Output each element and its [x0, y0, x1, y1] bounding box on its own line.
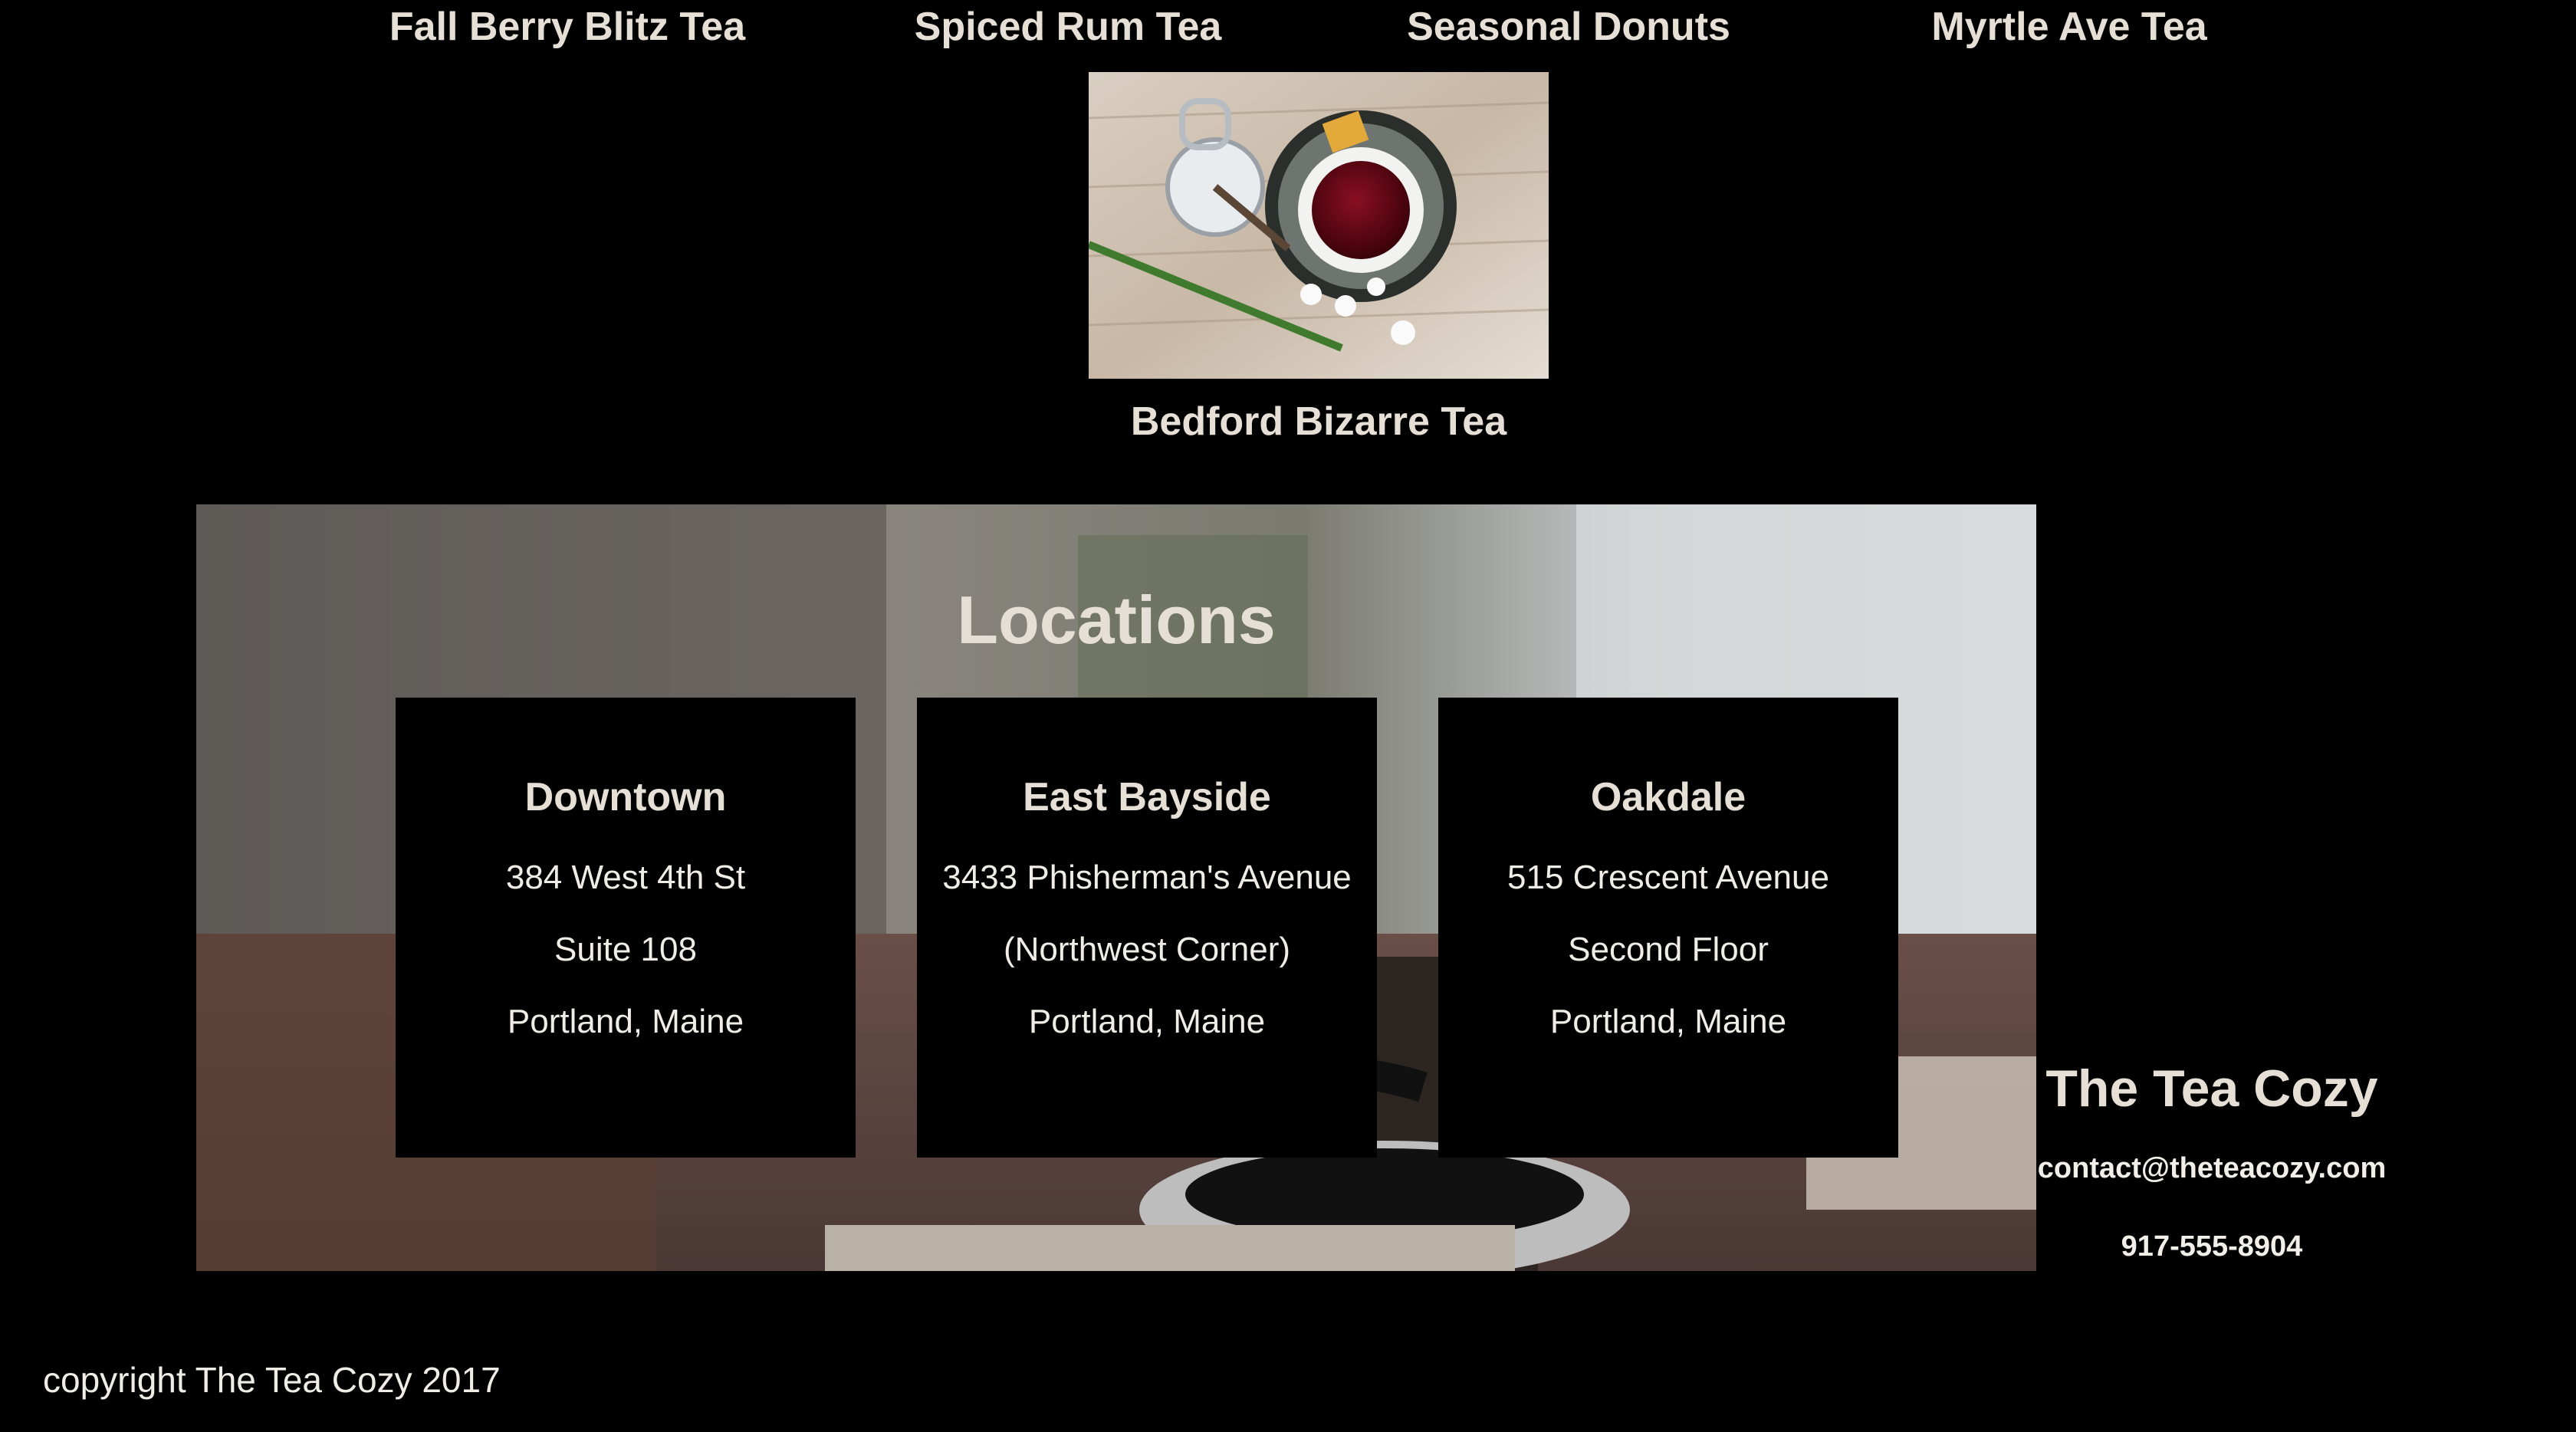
brand-name: The Tea Cozy: [2045, 1059, 2378, 1118]
contact-block: The Tea Cozy contact@theteacozy.com 917-…: [2024, 1058, 2400, 1263]
location-card-east-bayside: East Bayside 3433 Phisherman's Avenue (N…: [917, 698, 1377, 1158]
location-address-line: 3433 Phisherman's Avenue: [942, 859, 1352, 896]
location-name: East Bayside: [1023, 775, 1271, 819]
nav-item-seasonal-donuts[interactable]: Seasonal Donuts: [1339, 0, 1799, 54]
location-address-line: (Northwest Corner): [1003, 931, 1291, 968]
featured-caption[interactable]: Bedford Bizarre Tea: [935, 399, 1702, 445]
nav-item-spiced-rum-tea[interactable]: Spiced Rum Tea: [838, 0, 1298, 54]
locations-heading: Locations: [957, 582, 1276, 658]
nav-item-myrtle-ave-tea[interactable]: Myrtle Ave Tea: [1839, 0, 2299, 54]
contact-email-link[interactable]: contact@theteacozy.com: [2024, 1151, 2400, 1185]
contact-phone: 917-555-8904: [2121, 1230, 2303, 1263]
tea-cup-photo-icon: [1089, 72, 1549, 379]
location-address-line: 515 Crescent Avenue: [1507, 859, 1829, 896]
locations-section: Locations Downtown 384 West 4th St Suite…: [196, 504, 2036, 1271]
featured-tea-image[interactable]: [1089, 72, 1549, 379]
location-name: Downtown: [524, 775, 727, 819]
location-address-line: Portland, Maine: [507, 1003, 744, 1040]
location-address-line: Portland, Maine: [1549, 1003, 1787, 1040]
location-address-line: 384 West 4th St: [505, 859, 746, 896]
location-name: Oakdale: [1590, 775, 1746, 819]
location-card-downtown: Downtown 384 West 4th St Suite 108 Portl…: [396, 698, 856, 1158]
copyright-text: copyright The Tea Cozy 2017: [43, 1360, 501, 1400]
location-address-line: Second Floor: [1568, 931, 1769, 968]
location-address-line: Suite 108: [554, 931, 697, 968]
nav-item-fall-berry-blitz-tea[interactable]: Fall Berry Blitz Tea: [337, 0, 797, 54]
location-card-oakdale: Oakdale 515 Crescent Avenue Second Floor…: [1438, 698, 1898, 1158]
location-address-line: Portland, Maine: [1028, 1003, 1266, 1040]
